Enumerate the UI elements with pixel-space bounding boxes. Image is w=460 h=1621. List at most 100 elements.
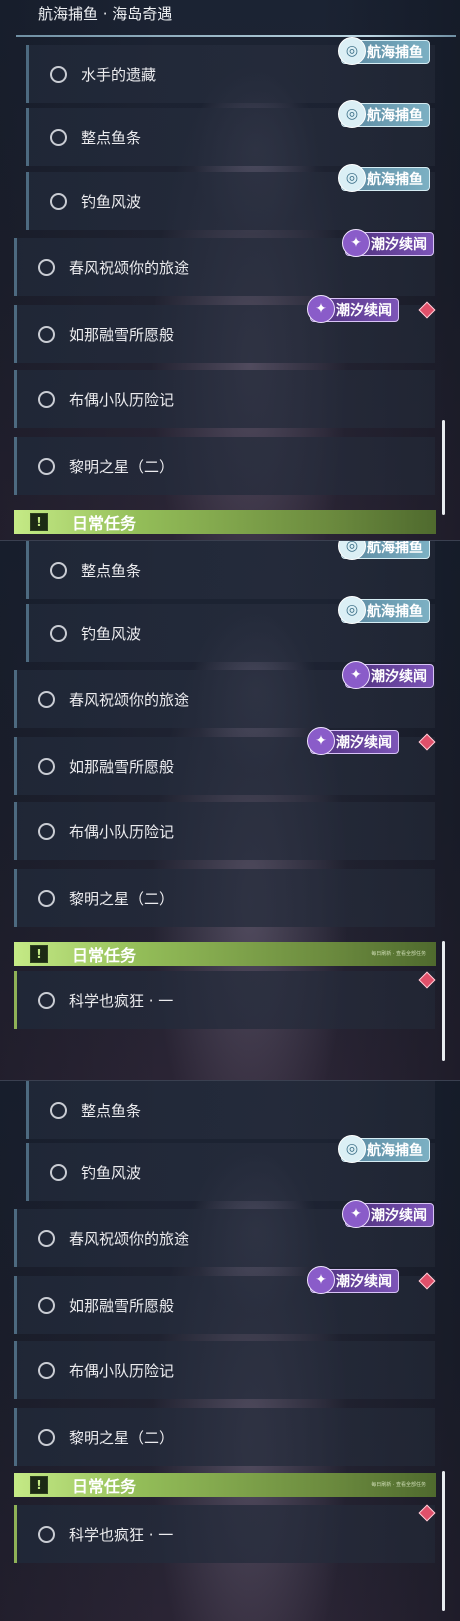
quest-label: 如那融雪所愿般 (69, 1296, 175, 1315)
tide-tag-label: 潮汐续闻 (371, 669, 427, 685)
exclamation-icon: ! (30, 1476, 48, 1494)
scrollbar-thumb[interactable] (442, 941, 445, 1061)
quest-label: 如那融雪所愿般 (69, 757, 175, 776)
quest-item-doll-squad[interactable]: 布偶小队历险记 (14, 1341, 435, 1399)
quest-list-view-2: ◎ 航海捕鱼 整点鱼条 ◎ 航海捕鱼 钓鱼风波 ✦ 潮汐续闻 春风祝颂你的旅途 … (0, 540, 460, 1081)
quest-label: 整点鱼条 (81, 128, 142, 147)
status-circle-icon (38, 822, 55, 840)
sparkle-icon: ✦ (307, 727, 335, 755)
fishing-tag-label: 航海捕鱼 (367, 540, 423, 556)
scrollbar-thumb[interactable] (442, 1471, 445, 1611)
spiral-icon: ◎ (338, 164, 366, 192)
fishing-tag-label: 航海捕鱼 (367, 45, 423, 61)
quest-item-science[interactable]: 科学也疯狂 · 一 (14, 971, 435, 1029)
quest-item-dawn-star[interactable]: 黎明之星（二） (14, 1408, 435, 1466)
status-circle-icon (38, 757, 55, 775)
status-circle-icon (38, 1428, 55, 1446)
quest-label: 布偶小队历险记 (69, 390, 175, 409)
status-circle-icon (50, 192, 67, 210)
quest-item-dawn-star[interactable]: 黎明之星（二） (14, 869, 435, 927)
sparkle-icon: ✦ (307, 295, 335, 323)
fishing-tag: ◎ 航海捕鱼 (338, 1135, 430, 1163)
quest-label: 春风祝颂你的旅途 (69, 1229, 190, 1248)
daily-quests-note: 每日刷新 · 查看全部任务 (371, 951, 426, 957)
daily-quests-title: 日常任务 (72, 1477, 137, 1496)
spiral-icon: ◎ (338, 100, 366, 128)
status-circle-icon (38, 258, 55, 276)
daily-quests-header[interactable]: ! 日常任务 每日刷新 · 查看全部任务 (14, 1473, 436, 1497)
quest-label: 钓鱼风波 (81, 192, 142, 211)
status-circle-icon (50, 624, 67, 642)
daily-quests-title: 日常任务 (72, 514, 137, 533)
quest-item-dawn-star[interactable]: 黎明之星（二） (14, 437, 435, 495)
quest-label: 整点鱼条 (81, 1101, 142, 1120)
tide-tag: ✦ 潮汐续闻 (307, 727, 399, 755)
quest-label: 黎明之星（二） (69, 1428, 175, 1447)
tide-tag-label: 潮汐续闻 (336, 735, 392, 751)
section-divider (16, 35, 456, 37)
sparkle-icon: ✦ (342, 661, 370, 689)
tide-tag: ✦ 潮汐续闻 (307, 1266, 399, 1294)
quest-list-view-3: 整点鱼条 ◎ 航海捕鱼 钓鱼风波 ✦ 潮汐续闻 春风祝颂你的旅途 ✦ 潮汐续闻 … (0, 1080, 460, 1621)
sparkle-icon: ✦ (342, 229, 370, 257)
tide-tag-label: 潮汐续闻 (371, 237, 427, 253)
quest-label: 科学也疯狂 · 一 (69, 1525, 174, 1544)
quest-item-doll-squad[interactable]: 布偶小队历险记 (14, 802, 435, 860)
exclamation-icon: ! (30, 945, 48, 963)
status-circle-icon (38, 889, 55, 907)
status-circle-icon (50, 1101, 67, 1119)
daily-quests-header[interactable]: ! 日常任务 (14, 510, 436, 534)
fishing-tag-label: 航海捕鱼 (367, 108, 423, 124)
quest-label: 布偶小队历险记 (69, 1361, 175, 1380)
exclamation-icon: ! (30, 513, 48, 531)
tide-tag: ✦ 潮汐续闻 (342, 661, 434, 689)
quest-label: 科学也疯狂 · 一 (69, 991, 174, 1010)
status-circle-icon (38, 1525, 55, 1543)
quest-label: 如那融雪所愿般 (69, 325, 175, 344)
status-circle-icon (38, 1296, 55, 1314)
daily-quests-title: 日常任务 (72, 946, 137, 965)
spiral-icon: ◎ (338, 541, 366, 560)
quest-label: 春风祝颂你的旅途 (69, 690, 190, 709)
quest-label: 春风祝颂你的旅途 (69, 258, 190, 277)
status-circle-icon (38, 1229, 55, 1247)
quest-label: 布偶小队历险记 (69, 822, 175, 841)
fishing-tag: ◎ 航海捕鱼 (338, 37, 430, 65)
tide-tag-label: 潮汐续闻 (336, 1274, 392, 1290)
status-circle-icon (38, 325, 55, 343)
quest-label: 黎明之星（二） (69, 889, 175, 908)
spiral-icon: ◎ (338, 37, 366, 65)
quest-label: 水手的遗藏 (81, 65, 157, 84)
status-circle-icon (50, 65, 67, 83)
fishing-tag: ◎ 航海捕鱼 (338, 540, 430, 560)
spiral-icon: ◎ (338, 1135, 366, 1163)
section-title: 航海捕鱼 · 海岛奇遇 (38, 5, 173, 23)
daily-quests-note: 每日刷新 · 查看全部任务 (371, 1482, 426, 1488)
sparkle-icon: ✦ (307, 1266, 335, 1294)
fishing-tag: ◎ 航海捕鱼 (338, 100, 430, 128)
spiral-icon: ◎ (338, 596, 366, 624)
status-circle-icon (38, 457, 55, 475)
status-circle-icon (38, 690, 55, 708)
tide-tag-label: 潮汐续闻 (371, 1208, 427, 1224)
quest-label: 整点鱼条 (81, 561, 142, 580)
tide-tag-label: 潮汐续闻 (336, 303, 392, 319)
status-circle-icon (38, 1361, 55, 1379)
quest-item-doll-squad[interactable]: 布偶小队历险记 (14, 370, 435, 428)
quest-item-fish-bar[interactable]: 整点鱼条 (26, 1081, 435, 1139)
quest-label: 黎明之星（二） (69, 457, 175, 476)
sparkle-icon: ✦ (342, 1200, 370, 1228)
fishing-tag: ◎ 航海捕鱼 (338, 596, 430, 624)
status-circle-icon (50, 128, 67, 146)
scrollbar-thumb[interactable] (442, 420, 445, 515)
quest-item-science[interactable]: 科学也疯狂 · 一 (14, 1505, 435, 1563)
tide-tag: ✦ 潮汐续闻 (342, 1200, 434, 1228)
daily-quests-header[interactable]: ! 日常任务 每日刷新 · 查看全部任务 (14, 942, 436, 966)
fishing-tag: ◎ 航海捕鱼 (338, 164, 430, 192)
tide-tag: ✦ 潮汐续闻 (342, 229, 434, 257)
status-circle-icon (38, 390, 55, 408)
quest-list-view-1: 航海捕鱼 · 海岛奇遇 ◎ 航海捕鱼 水手的遗藏 ◎ 航海捕鱼 整点鱼条 ◎ 航… (0, 0, 460, 540)
tide-tag: ✦ 潮汐续闻 (307, 295, 399, 323)
status-circle-icon (50, 561, 67, 579)
fishing-tag-label: 航海捕鱼 (367, 172, 423, 188)
